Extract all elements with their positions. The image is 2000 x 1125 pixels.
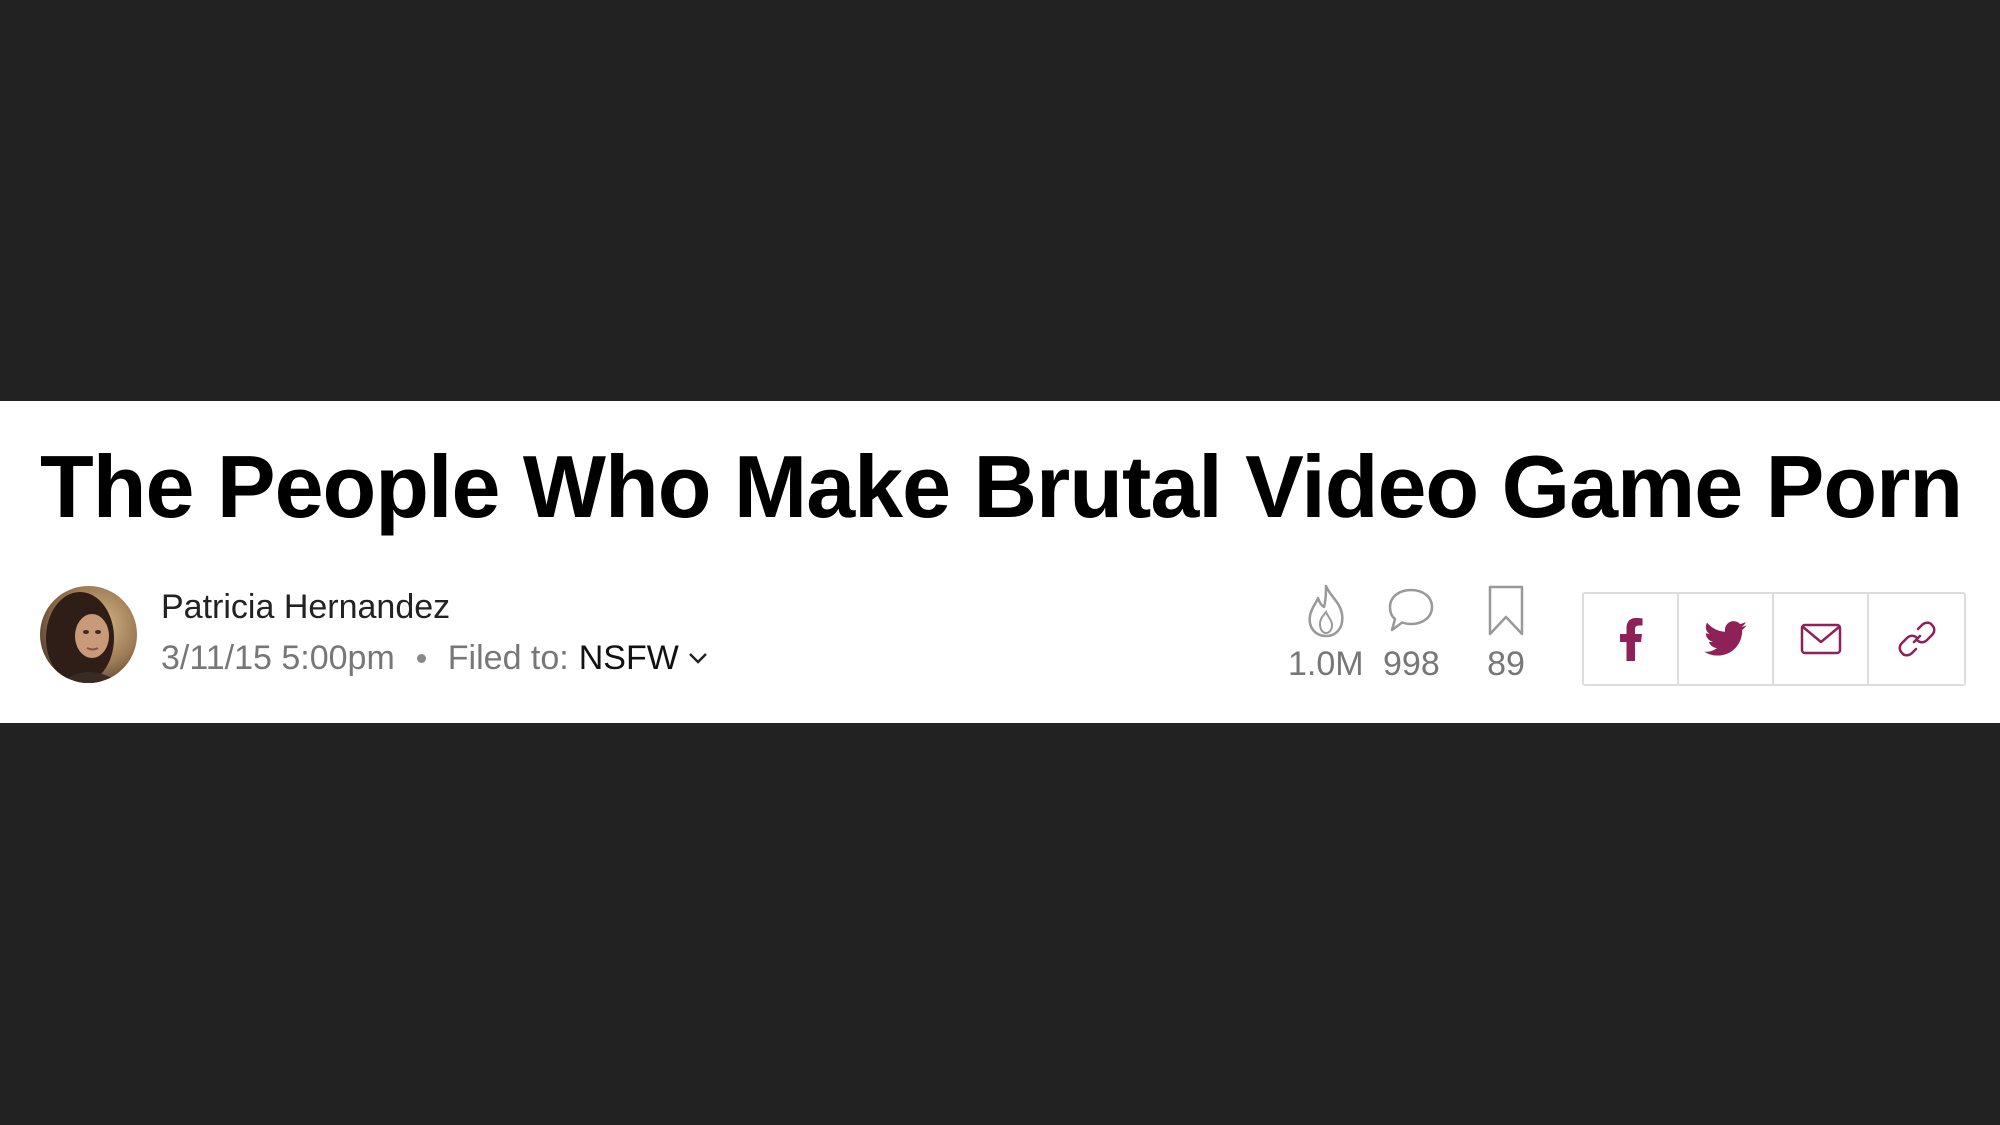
comment-bubble-icon [1389, 588, 1434, 632]
saves-count: 89 [1487, 645, 1525, 683]
twitter-icon [1703, 621, 1747, 656]
flame-icon [1308, 584, 1344, 638]
category-tag[interactable]: NSFW [579, 638, 679, 678]
filed-to-label: Filed to: [447, 639, 569, 677]
author-name[interactable]: Patricia Hernandez [161, 587, 450, 627]
facebook-icon [1619, 618, 1642, 661]
article-meta: 3/11/15 5:00pm Filed to: NSFW [161, 638, 709, 678]
share-facebook-button[interactable] [1584, 594, 1679, 684]
bookmark-icon [1488, 585, 1524, 636]
article-header: The People Who Make Brutal Video Game Po… [0, 401, 2000, 723]
share-twitter-button[interactable] [1679, 594, 1774, 684]
chevron-down-icon[interactable] [687, 647, 709, 669]
saves-stat[interactable]: 89 [1486, 584, 1526, 684]
copy-link-button[interactable] [1869, 594, 1964, 684]
publish-timestamp[interactable]: 3/11/15 5:00pm [161, 638, 395, 678]
article-headline[interactable]: The People Who Make Brutal Video Game Po… [40, 437, 1963, 537]
comments-count: 998 [1383, 645, 1440, 683]
separator-dot [416, 653, 426, 663]
comments-stat[interactable]: 998 [1383, 584, 1440, 684]
share-email-button[interactable] [1774, 594, 1869, 684]
views-stat: 1.0M [1288, 584, 1364, 684]
views-count: 1.0M [1288, 645, 1364, 683]
author-avatar[interactable] [40, 586, 137, 683]
link-icon [1898, 621, 1935, 657]
share-toolbar [1582, 592, 1966, 686]
page: The People Who Make Brutal Video Game Po… [0, 0, 2000, 1125]
email-icon [1800, 623, 1841, 655]
